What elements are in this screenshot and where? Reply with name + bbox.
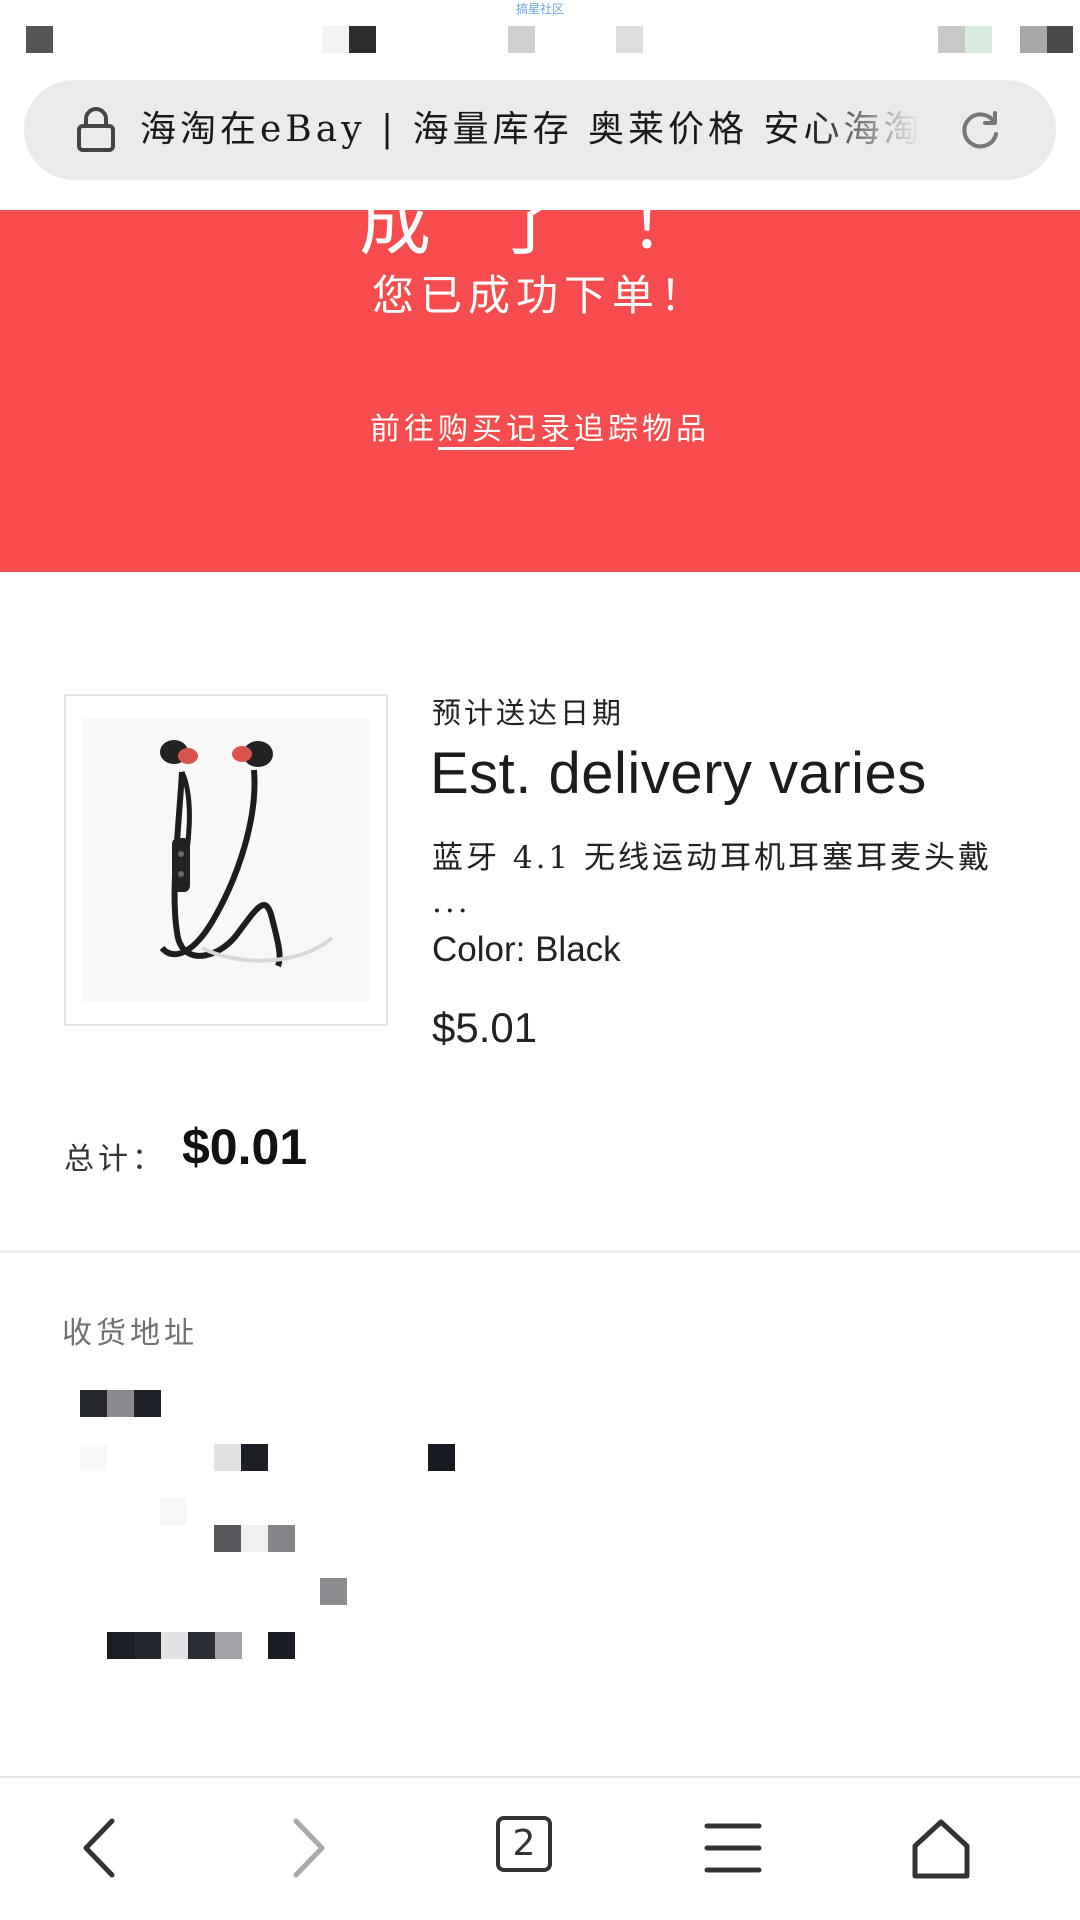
shipping-address-label: 收货地址 [62, 1316, 198, 1351]
status-icon [938, 26, 965, 53]
banner-title: 您已成功下单！ [371, 271, 708, 320]
menu-button[interactable] [688, 1808, 778, 1888]
earphones-icon [159, 740, 334, 968]
link-prefix: 前往 [370, 412, 438, 447]
status-icon [508, 26, 535, 53]
forward-button[interactable] [264, 1808, 354, 1888]
back-icon [83, 1818, 115, 1878]
redacted-block [320, 1578, 347, 1605]
banner-heading: 成 了 ！ [359, 210, 721, 265]
redacted-block [214, 1525, 241, 1552]
delivery-label: 预计送达日期 [432, 696, 625, 730]
status-icon [322, 26, 349, 53]
redacted-block [161, 1632, 188, 1659]
home-icon [912, 1819, 970, 1879]
product-image-frame [82, 718, 370, 1002]
forward-icon [293, 1818, 325, 1878]
back-button[interactable] [54, 1808, 144, 1888]
redacted-block [160, 1498, 187, 1525]
delivery-estimate: Est. delivery varies [430, 741, 927, 806]
redacted-block [215, 1632, 242, 1659]
tabs-button[interactable]: 2 [496, 1816, 552, 1872]
divider [0, 1250, 1080, 1253]
menu-icon [704, 1823, 762, 1873]
item-title[interactable]: 蓝牙 4.1 无线运动耳机耳塞耳麦头戴 ... [432, 836, 1012, 924]
redacted-block [241, 1444, 268, 1471]
redacted-block [268, 1632, 295, 1659]
redacted-block [134, 1390, 161, 1417]
page-title[interactable]: 海淘在eBay | 海量库存 奥莱价格 安心海淘 [140, 104, 920, 156]
redacted-block [241, 1525, 268, 1552]
total-label: 总计： [64, 1142, 166, 1177]
success-banner: 成 了 ！ 您已成功下单！ 前往购买记录追踪物品 [0, 210, 1080, 572]
status-icon [1020, 26, 1047, 53]
total-amount: $0.01 [182, 1119, 308, 1175]
bottom-navigation: 2 [0, 1776, 1080, 1920]
item-variant: Color: Black [432, 930, 621, 969]
status-icon [349, 26, 376, 53]
redacted-block [80, 1444, 107, 1471]
link-suffix: 追踪物品 [574, 412, 710, 447]
status-icon [1047, 26, 1073, 53]
redacted-block [80, 1390, 107, 1417]
address-bar[interactable]: 海淘在eBay | 海量库存 奥莱价格 安心海淘 [24, 80, 1056, 180]
redacted-block [107, 1390, 134, 1417]
status-icon [26, 26, 53, 53]
watermark: 搞星社区 [515, 2, 564, 16]
lock-icon [77, 107, 115, 152]
redacted-block [134, 1632, 161, 1659]
redacted-block [107, 1632, 134, 1659]
reload-icon[interactable] [958, 108, 1002, 152]
redacted-block [268, 1525, 295, 1552]
purchase-history-link[interactable]: 前往购买记录追踪物品 [0, 404, 1080, 448]
link-text[interactable]: 购买记录 [438, 412, 574, 447]
status-icon [965, 26, 992, 53]
redacted-block [188, 1632, 215, 1659]
redacted-block [428, 1444, 455, 1471]
item-price: $5.01 [432, 1004, 538, 1051]
product-image[interactable] [64, 694, 388, 1026]
home-button[interactable] [896, 1808, 986, 1888]
status-bar: 搞星社区 [0, 0, 1080, 72]
redacted-block [214, 1444, 241, 1471]
status-icon [616, 26, 643, 53]
